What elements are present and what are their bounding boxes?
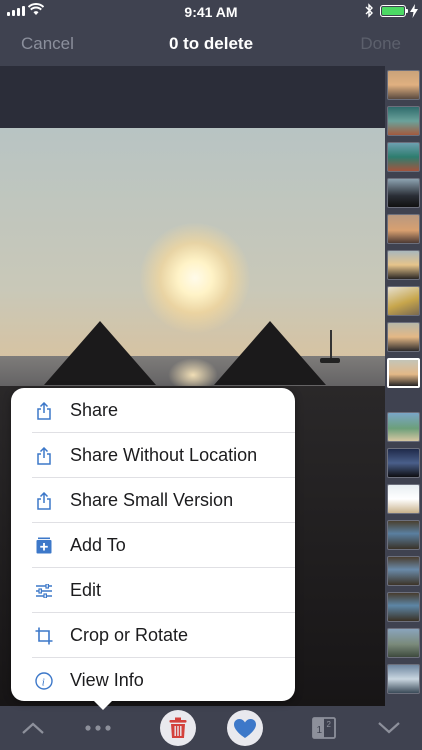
battery-icon [380, 5, 406, 17]
menu-item-add-to[interactable]: Add To [11, 523, 295, 568]
thumbnail[interactable] [387, 412, 420, 442]
sun [140, 223, 250, 333]
thumbnail[interactable] [387, 322, 420, 352]
compare-badge: 1 [317, 725, 323, 736]
page-title: 0 to delete [168, 34, 254, 53]
thumbnail[interactable] [387, 664, 420, 694]
menu-item-share-without-location[interactable]: Share Without Location [11, 433, 295, 478]
menu-item-view-info[interactable]: i View Info [11, 658, 295, 703]
status-bar: 9:41 AM [0, 0, 422, 22]
thumbnail[interactable] [387, 592, 420, 622]
actions-popover-menu: Share Share Without Location Share Small… [11, 388, 295, 710]
next-button[interactable] [376, 710, 402, 746]
menu-item-share-small-version[interactable]: Share Small Version [11, 478, 295, 523]
crop-icon [35, 627, 53, 645]
thumbnail-current[interactable] [387, 358, 420, 388]
heart-icon [234, 718, 256, 738]
navigation-bar: Cancel 0 to delete Done [0, 22, 422, 66]
palapa-hut [44, 321, 156, 385]
thumbnail[interactable] [387, 286, 420, 316]
thumbnail[interactable] [387, 484, 420, 514]
menu-item-label: View Info [70, 670, 144, 690]
chevron-up-icon [22, 722, 44, 734]
menu-item-label: Share [70, 400, 119, 420]
menu-item-label: Share Small Version [70, 490, 234, 510]
menu-item-label: Add To [70, 535, 126, 555]
clock: 9:41 AM [184, 4, 238, 20]
svg-text:i: i [42, 676, 45, 688]
favorite-button[interactable] [227, 710, 263, 746]
popover-arrow [92, 699, 114, 710]
info-icon: i [35, 671, 53, 690]
sliders-icon [35, 582, 53, 600]
more-button[interactable] [84, 710, 112, 746]
thumbnail-strip[interactable] [385, 66, 422, 706]
thumbnail[interactable] [387, 628, 420, 658]
thumbnail[interactable] [387, 142, 420, 172]
menu-item-label: Crop or Rotate [70, 625, 189, 645]
thumbnail[interactable] [387, 214, 420, 244]
menu-item-edit[interactable]: Edit [11, 568, 295, 613]
menu-item-share[interactable]: Share [11, 388, 295, 433]
palapa-hut [214, 321, 326, 385]
thumbnail[interactable] [387, 106, 420, 136]
share-icon [35, 401, 53, 420]
bottom-toolbar: 1 2 [0, 706, 422, 750]
previous-button[interactable] [20, 710, 46, 746]
thumbnail[interactable] [387, 556, 420, 586]
thumbnail[interactable] [387, 520, 420, 550]
more-icon [85, 725, 111, 731]
menu-item-label: Share Without Location [70, 445, 258, 465]
charging-bolt-icon [410, 4, 418, 18]
done-button[interactable]: Done [360, 34, 401, 54]
svg-text:2: 2 [327, 720, 332, 729]
menu-item-label: Edit [70, 580, 102, 600]
delete-button[interactable] [160, 710, 196, 746]
compare-icon: 1 2 [312, 717, 336, 739]
share-icon [35, 491, 53, 510]
menu-item-crop-or-rotate[interactable]: Crop or Rotate [11, 613, 295, 658]
thumbnail[interactable] [387, 448, 420, 478]
thumbnail[interactable] [387, 178, 420, 208]
compare-button[interactable]: 1 2 [310, 710, 338, 746]
add-to-album-icon [35, 537, 53, 555]
thumbnail[interactable] [387, 70, 420, 100]
chevron-down-icon [378, 722, 400, 734]
bluetooth-icon [365, 3, 373, 18]
thumbnail[interactable] [387, 250, 420, 280]
share-icon [35, 446, 53, 465]
trash-icon [169, 717, 187, 738]
